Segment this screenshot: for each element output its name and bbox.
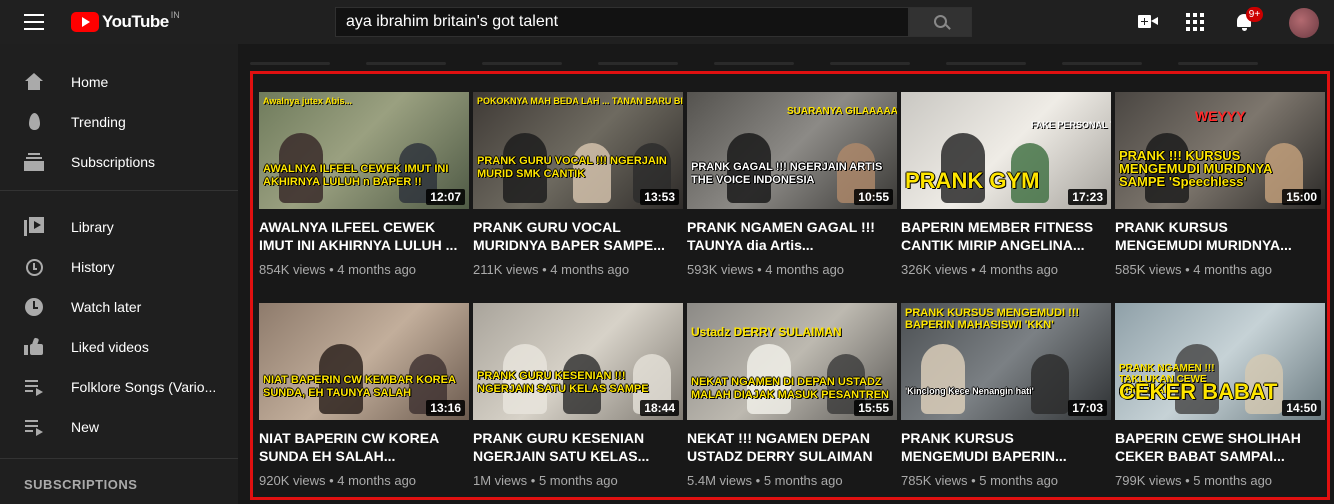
logo-text: YouTube	[102, 12, 169, 31]
apps-grid-icon[interactable]	[1186, 13, 1204, 31]
menu-icon[interactable]	[24, 14, 44, 30]
sidebar-item-subscriptions[interactable]: Subscriptions	[0, 142, 238, 182]
sidebar-divider	[0, 190, 238, 191]
create-video-icon[interactable]	[1138, 14, 1158, 30]
sidebar: Home Trending Subscriptions Library Hist…	[0, 44, 238, 504]
top-bar: YouTube IN aya ibrahim britain's got tal…	[0, 0, 1334, 44]
avatar[interactable]	[1289, 8, 1319, 38]
sidebar-item-label: Liked videos	[71, 339, 149, 355]
sidebar-item-playlist-new[interactable]: New	[0, 407, 238, 447]
sidebar-item-label: Folklore Songs (Vario...	[71, 379, 217, 395]
sidebar-item-watch-later[interactable]: Watch later	[0, 287, 238, 327]
sidebar-item-label: Watch later	[71, 299, 142, 315]
notification-badge: 9+	[1246, 7, 1263, 22]
home-icon	[24, 72, 44, 92]
liked-videos-icon	[24, 337, 44, 357]
sidebar-item-home[interactable]: Home	[0, 62, 238, 102]
history-icon	[24, 257, 44, 277]
trending-icon	[24, 112, 44, 132]
sidebar-item-label: New	[71, 419, 100, 435]
sidebar-item-label: Subscriptions	[71, 154, 156, 170]
logo-region: IN	[170, 10, 180, 20]
youtube-play-icon	[71, 12, 99, 32]
sidebar-item-label: Library	[71, 219, 114, 235]
sidebar-item-label: History	[71, 259, 115, 275]
sidebar-item-trending[interactable]: Trending	[0, 102, 238, 142]
library-icon	[24, 217, 44, 237]
youtube-logo[interactable]: YouTube IN	[71, 10, 180, 33]
sidebar-item-library[interactable]: Library	[0, 207, 238, 247]
sidebar-divider	[0, 458, 238, 459]
filter-strip	[250, 52, 1310, 66]
subscriptions-icon	[24, 152, 44, 172]
sidebar-item-playlist-folklore[interactable]: Folklore Songs (Vario...	[0, 367, 238, 407]
search-icon	[934, 15, 947, 28]
playlist-icon	[24, 377, 44, 397]
search-input[interactable]: aya ibrahim britain's got talent	[335, 7, 909, 37]
highlight-box	[250, 71, 1330, 500]
search-button[interactable]	[909, 7, 972, 37]
sidebar-item-history[interactable]: History	[0, 247, 238, 287]
sidebar-item-liked-videos[interactable]: Liked videos	[0, 327, 238, 367]
subscriptions-header: SUBSCRIPTIONS	[24, 477, 138, 492]
playlist-icon	[24, 417, 44, 437]
sidebar-item-label: Home	[71, 74, 109, 90]
watch-later-icon	[24, 297, 44, 317]
sidebar-item-label: Trending	[71, 114, 126, 130]
